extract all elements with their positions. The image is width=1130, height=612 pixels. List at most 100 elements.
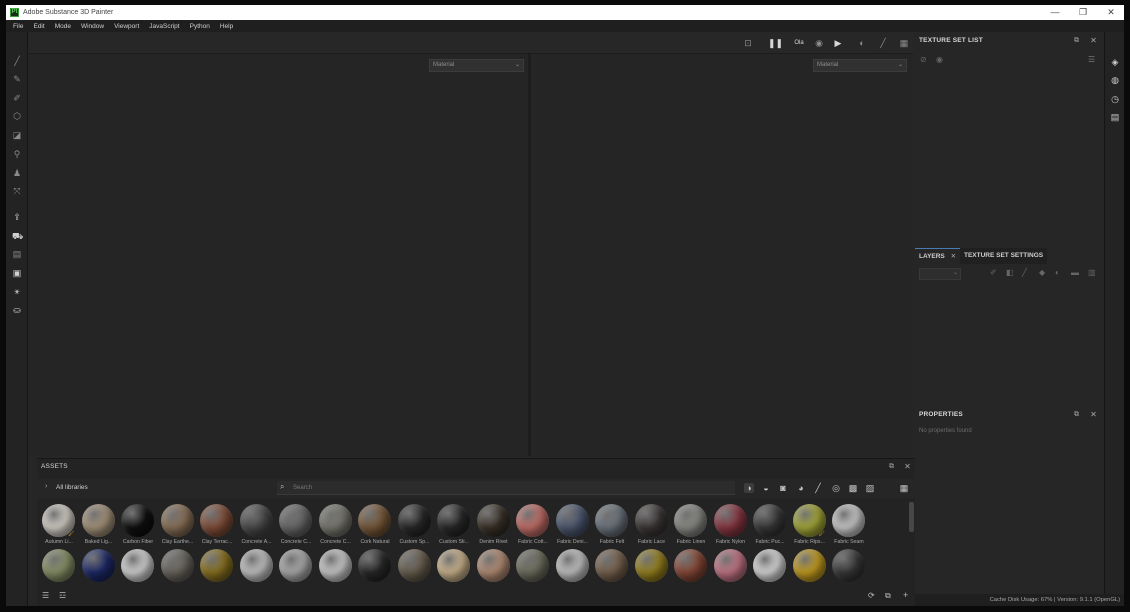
menu-javascript[interactable]: JavaScript: [149, 23, 179, 30]
asset-thumbnail[interactable]: [634, 549, 668, 582]
viewport-3d[interactable]: Material ⌄: [29, 54, 528, 456]
clone-icon[interactable]: ⚲: [12, 149, 22, 159]
polygon-fill-icon[interactable]: ⤧: [12, 186, 22, 196]
filter-textures-icon[interactable]: ◕: [796, 483, 806, 493]
search-input[interactable]: ⌕ Search: [277, 481, 735, 495]
menu-help[interactable]: Help: [220, 23, 233, 30]
filter-masks-icon[interactable]: ◙: [778, 483, 788, 493]
new-window-icon[interactable]: ⧉: [885, 591, 891, 601]
paint-brush-icon[interactable]: ╱: [12, 56, 22, 66]
tab-layers[interactable]: LAYERS ✕: [915, 248, 961, 264]
minimize-button[interactable]: —: [1042, 5, 1068, 20]
environment-icon[interactable]: ◉: [813, 38, 825, 48]
asset-thumbnail[interactable]: [832, 504, 865, 537]
viewport-3d-channel-dropdown[interactable]: Material ⌄: [429, 59, 524, 72]
asset-thumbnail[interactable]: [81, 549, 115, 582]
add-instance-icon[interactable]: ◐: [1055, 268, 1060, 277]
asset-thumbnail[interactable]: [318, 504, 352, 537]
asset-thumbnail[interactable]: [160, 549, 194, 582]
pencil-icon[interactable]: ╱: [877, 38, 889, 48]
asset-thumbnail[interactable]: [239, 549, 273, 582]
asset-thumbnail[interactable]: [516, 549, 549, 582]
chevron-right-icon[interactable]: ›: [45, 483, 47, 490]
lighting-icon[interactable]: ◐: [856, 38, 868, 48]
asset-thumbnail[interactable]: [358, 549, 391, 582]
add-effect-icon[interactable]: ✐: [990, 268, 997, 277]
grid-view-icon[interactable]: ▦: [899, 483, 909, 493]
asset-thumbnail[interactable]: [674, 504, 707, 537]
asset-thumbnail[interactable]: [160, 504, 194, 537]
projection-icon[interactable]: ✐: [12, 93, 22, 103]
filter-list-icon[interactable]: ☲: [59, 591, 66, 600]
asset-thumbnail[interactable]: [437, 549, 470, 582]
asset-thumbnail[interactable]: [437, 504, 470, 537]
asset-thumbnail[interactable]: [476, 504, 510, 537]
asset-thumbnail[interactable]: [200, 504, 233, 537]
float-panel-icon[interactable]: ⧉: [1072, 410, 1081, 419]
add-fill-layer-icon[interactable]: ◆: [1039, 268, 1045, 277]
add-paint-layer-icon[interactable]: ╱: [1022, 268, 1027, 277]
filter-materials-icon[interactable]: ◑: [744, 483, 754, 493]
geometry-fill-icon[interactable]: ⬡: [12, 111, 22, 121]
asset-thumbnail[interactable]: [674, 549, 707, 582]
asset-thumbnail[interactable]: [239, 504, 273, 537]
viewport-2d[interactable]: Material ⌄: [531, 54, 913, 456]
asset-thumbnail[interactable]: [595, 504, 628, 537]
asset-thumbnail[interactable]: [753, 504, 786, 537]
asset-thumbnail[interactable]: [358, 504, 391, 537]
asset-thumbnail[interactable]: [832, 549, 865, 582]
camera-mode-label[interactable]: Ola: [793, 38, 805, 48]
export-icon[interactable]: ▣: [12, 268, 22, 278]
menu-python[interactable]: Python: [190, 23, 210, 30]
asset-thumbnail[interactable]: [713, 549, 747, 582]
bake-icon[interactable]: ⇪: [12, 212, 22, 222]
menu-file[interactable]: File: [13, 23, 23, 30]
close-tab-icon[interactable]: ✕: [951, 253, 956, 260]
asset-thumbnail[interactable]: [200, 549, 233, 582]
viewport-2d-channel-dropdown[interactable]: Material ⌄: [813, 59, 907, 72]
asset-thumbnail[interactable]: [792, 549, 826, 582]
menu-edit[interactable]: Edit: [33, 23, 44, 30]
asset-thumbnail[interactable]: [753, 549, 786, 582]
shader-settings-icon[interactable]: ▤: [12, 249, 22, 259]
assets-scrollbar[interactable]: [909, 502, 914, 532]
filter-procedurals-icon[interactable]: ▩: [848, 483, 858, 493]
filter-brushes-icon[interactable]: ╱: [813, 483, 823, 493]
asset-thumbnail[interactable]: [81, 504, 115, 537]
asset-thumbnail[interactable]: [397, 504, 431, 537]
menu-viewport[interactable]: Viewport: [114, 23, 139, 30]
texture-set-icon[interactable]: ◈: [1110, 57, 1120, 67]
float-panel-icon[interactable]: ⧉: [1072, 36, 1081, 45]
asset-thumbnail[interactable]: [713, 504, 747, 537]
link-icon[interactable]: ⊘: [920, 55, 927, 64]
delete-layer-icon[interactable]: ▥: [1088, 268, 1096, 277]
list-menu-icon[interactable]: ☰: [1088, 55, 1095, 64]
filter-alphas-icon[interactable]: ◎: [831, 483, 841, 493]
sort-icon[interactable]: ☰: [42, 591, 49, 600]
close-panel-icon[interactable]: ✕: [903, 462, 912, 471]
eraser-icon[interactable]: ✎: [12, 74, 22, 84]
screenshot-icon[interactable]: ▦: [898, 38, 910, 48]
asset-thumbnail[interactable]: [121, 549, 154, 582]
add-folder-icon[interactable]: ▬: [1071, 268, 1079, 277]
library-breadcrumb[interactable]: All libraries: [56, 484, 88, 491]
add-mask-icon[interactable]: ◧: [1006, 268, 1014, 277]
float-panel-icon[interactable]: ⧉: [887, 462, 896, 471]
asset-thumbnail[interactable]: [318, 549, 352, 582]
filter-smart-materials-icon[interactable]: ◒: [761, 483, 771, 493]
asset-thumbnail[interactable]: [555, 549, 589, 582]
smudge-icon[interactable]: ◪: [12, 130, 22, 140]
asset-thumbnail[interactable]: [121, 504, 154, 537]
restore-button[interactable]: ❐: [1070, 5, 1096, 20]
display-settings-icon[interactable]: ⛟: [12, 231, 23, 241]
menu-window[interactable]: Window: [81, 23, 104, 30]
log-icon[interactable]: ▤: [1110, 112, 1120, 122]
camera-icon[interactable]: ▶: [832, 38, 844, 48]
add-asset-icon[interactable]: +: [903, 590, 908, 600]
eye-icon[interactable]: ◉: [936, 55, 943, 64]
asset-thumbnail[interactable]: [634, 504, 668, 537]
asset-thumbnail[interactable]: [516, 504, 549, 537]
asset-thumbnail[interactable]: [397, 549, 431, 582]
frame-icon[interactable]: ⊡: [742, 38, 754, 48]
menu-mode[interactable]: Mode: [55, 23, 71, 30]
